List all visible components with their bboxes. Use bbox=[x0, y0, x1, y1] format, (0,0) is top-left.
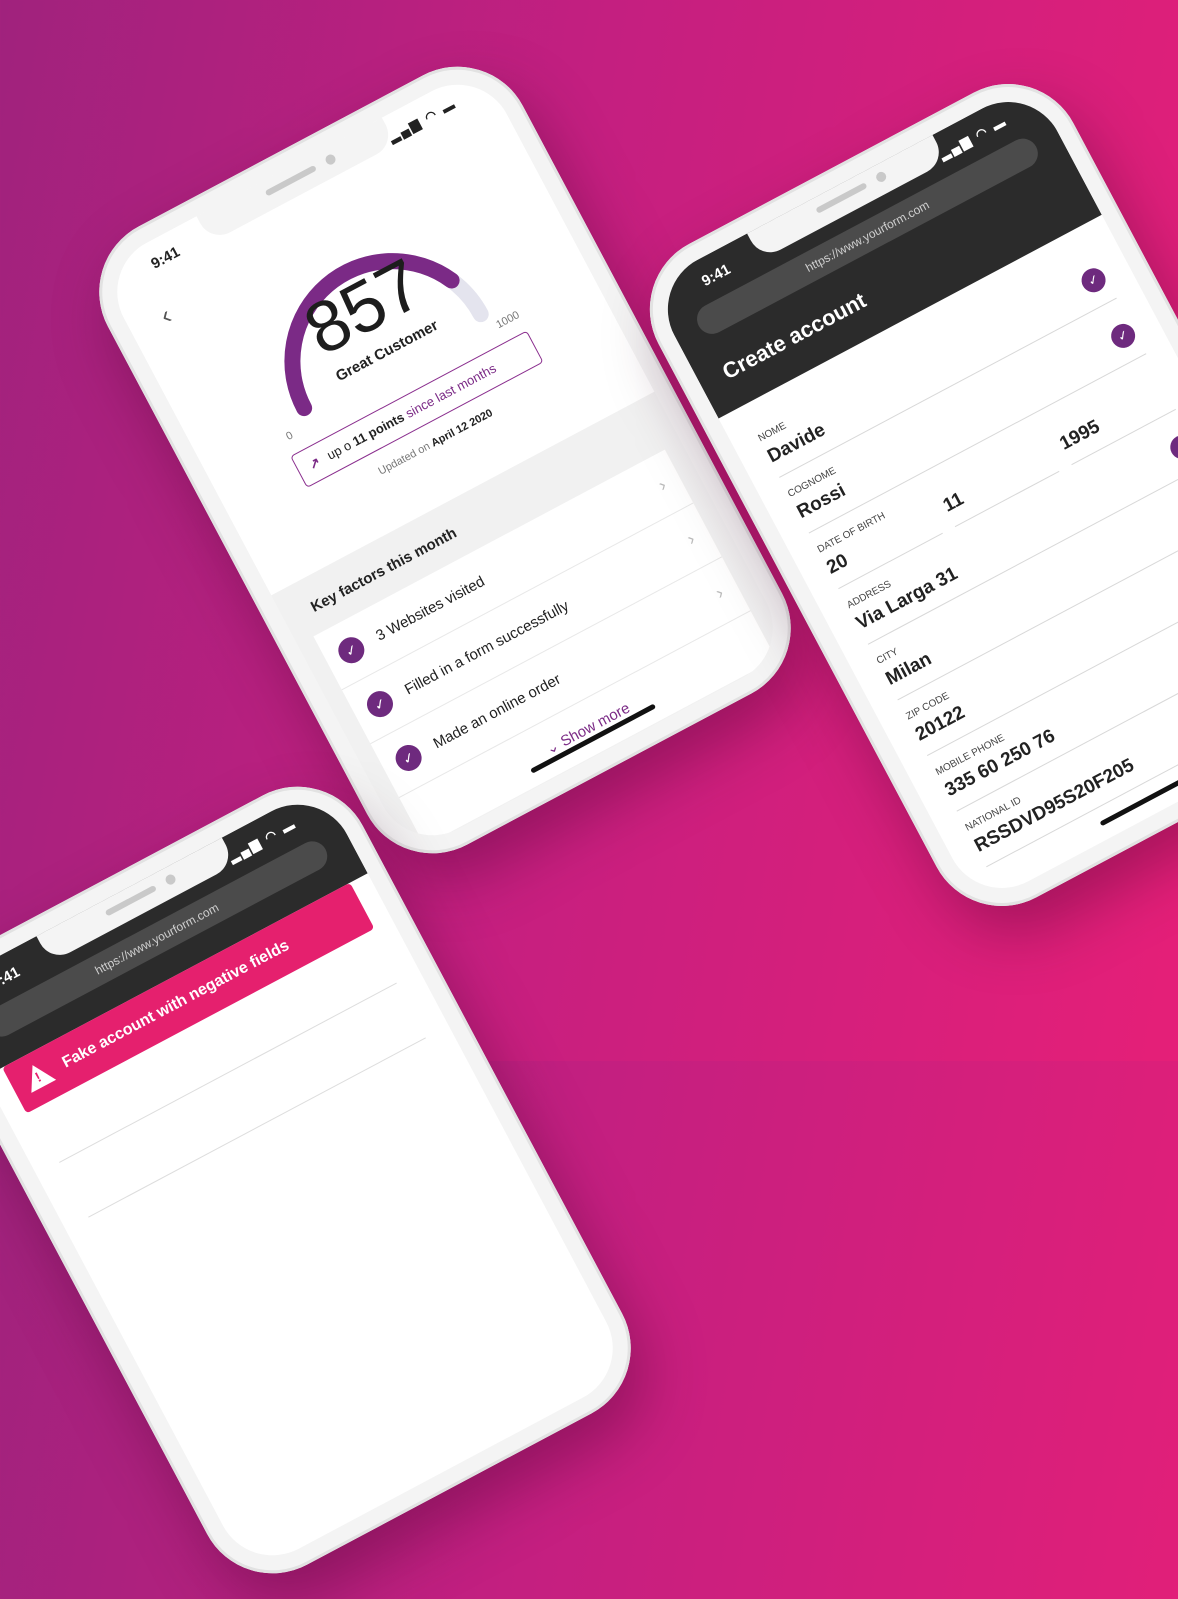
trend-prefix: up o bbox=[324, 437, 354, 463]
chevron-right-icon: › bbox=[654, 474, 670, 495]
speaker bbox=[815, 182, 868, 214]
warning-glyph: ! bbox=[32, 1068, 44, 1086]
warning-icon: ! bbox=[20, 1058, 57, 1093]
camera bbox=[163, 872, 178, 887]
check-icon: ✓ bbox=[1106, 319, 1140, 353]
trend-points: 11 points bbox=[349, 409, 407, 450]
field-value: 1995 bbox=[1056, 416, 1104, 455]
status-time: 9:41 bbox=[0, 963, 23, 993]
field-divider bbox=[88, 1037, 426, 1218]
check-icon: ✓ bbox=[1077, 264, 1110, 297]
score-phone: 9:41 ▂▄▆ ◠ ▬ ‹ 857 Great Customer 0 1000… bbox=[73, 40, 817, 880]
gauge-min-label: 0 bbox=[284, 429, 296, 443]
fake-account-phone: 9:41 ▂▄▆ ◠ ▬ https://www.yourform.com ! … bbox=[0, 760, 657, 1599]
chevron-right-icon: › bbox=[683, 528, 698, 549]
score-screen: 9:41 ▂▄▆ ◠ ▬ ‹ 857 Great Customer 0 1000… bbox=[97, 64, 793, 856]
field-value: 20 bbox=[823, 550, 852, 579]
camera bbox=[874, 170, 888, 184]
check-icon: ✓ bbox=[1166, 430, 1178, 464]
check-icon: ✓ bbox=[362, 686, 398, 722]
camera bbox=[323, 152, 338, 167]
status-time: 9:41 bbox=[698, 260, 734, 290]
check-icon: ✓ bbox=[391, 740, 427, 776]
trend-up-icon: ↗ bbox=[306, 453, 323, 473]
back-chevron-icon[interactable]: ‹ bbox=[155, 300, 177, 331]
fake-account-screen: 9:41 ▂▄▆ ◠ ▬ https://www.yourform.com ! … bbox=[0, 784, 633, 1576]
field-value: 11 bbox=[939, 488, 968, 517]
speaker bbox=[104, 884, 157, 917]
chevron-right-icon: › bbox=[711, 582, 727, 603]
check-icon: ✓ bbox=[333, 632, 369, 668]
